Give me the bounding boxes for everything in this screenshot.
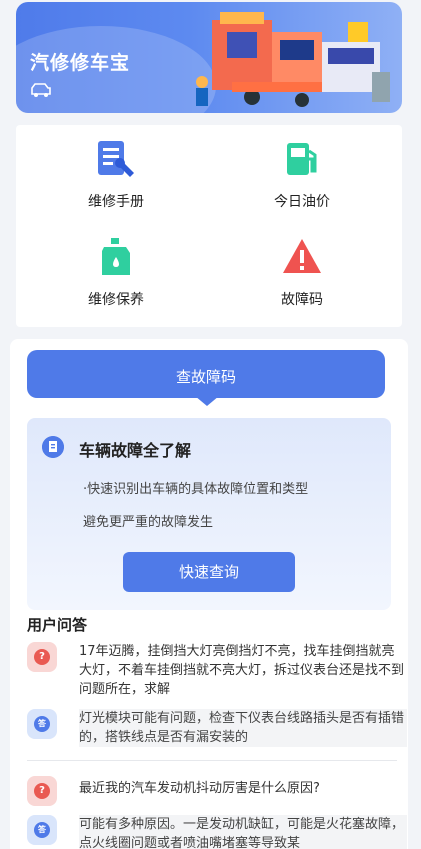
answer-icon: 答: [34, 822, 50, 838]
menu-label-fuel-price: 今日油价: [274, 194, 330, 210]
quick-query-button[interactable]: 快速查询: [123, 552, 295, 592]
menu-label-repair-manual: 维修手册: [88, 194, 144, 210]
tab-pointer: [195, 396, 219, 406]
quick-menu: 维修手册 今日油价 维修保养 故障码: [16, 125, 402, 327]
question-badge: ?: [27, 642, 57, 672]
warning-icon: [283, 239, 321, 273]
answer-icon: 答: [34, 716, 50, 732]
menu-item-repair-manual[interactable]: 维修手册: [56, 139, 176, 219]
tab-fault-code[interactable]: 查故障码: [27, 350, 385, 398]
manual-wrench-icon: [98, 141, 134, 177]
qa-answer-text: 可能有多种原因。一是发动机缺缸，可能是火花塞故障，点火线圈问题或者喷油嘴堵塞等导…: [79, 815, 407, 849]
qa-question-text: 17年迈腾，挂倒挡大灯亮倒挡灯不亮，找车挂倒挡就亮大灯，不着车挂倒挡就不亮大灯，…: [79, 644, 405, 697]
tab-fault-code-label: 查故障码: [175, 368, 236, 386]
qa-divider: [27, 760, 397, 761]
fault-info-line-1: ·快速识别出车辆的具体故障位置和类型: [83, 482, 309, 497]
question-badge: ?: [27, 776, 57, 806]
answer-badge: 答: [27, 815, 57, 845]
car-icon: [31, 83, 51, 97]
fault-info-line-2: 避免更严重的故障发生: [83, 515, 214, 530]
qa-section-title: 用户问答: [27, 616, 88, 634]
qa-answer-2[interactable]: 答 可能有多种原因。一是发动机缺缸，可能是火花塞故障，点火线圈问题或者喷油嘴堵塞…: [27, 815, 407, 849]
answer-badge: 答: [27, 709, 57, 739]
menu-label-maintenance: 维修保养: [88, 292, 144, 308]
fault-info-box: 车辆故障全了解 ·快速识别出车辆的具体故障位置和类型 避免更严重的故障发生 快速…: [27, 418, 391, 610]
banner-illustration: [196, 12, 390, 107]
menu-item-maintenance[interactable]: 维修保养: [56, 237, 176, 317]
fuel-pump-icon: [287, 143, 317, 175]
menu-label-fault-code: 故障码: [281, 292, 323, 308]
question-icon: ?: [34, 649, 50, 665]
banner[interactable]: 汽修修车宝: [16, 2, 402, 113]
fault-info-title: 车辆故障全了解: [79, 441, 192, 460]
menu-item-fault-code[interactable]: 故障码: [242, 237, 362, 317]
qa-answer-text: 灯光模块可能有问题，检查下仪表台线路插头是否有插错的，搭铁线点是否有漏安装的: [79, 709, 407, 747]
menu-item-fuel-price[interactable]: 今日油价: [242, 139, 362, 219]
qa-question-text: 最近我的汽车发动机抖动厉害是什么原因?: [79, 781, 320, 796]
document-icon: [42, 436, 64, 458]
oil-bottle-icon: [102, 238, 130, 275]
question-icon: ?: [34, 783, 50, 799]
banner-title: 汽修修车宝: [30, 52, 131, 74]
